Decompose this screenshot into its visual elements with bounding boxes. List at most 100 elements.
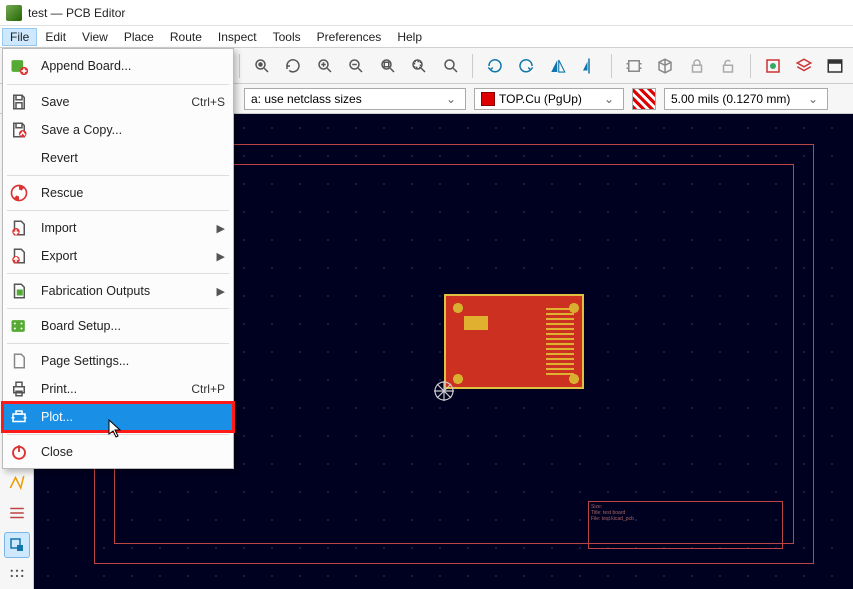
print-icon bbox=[7, 377, 31, 401]
grid-value: 5.00 mils (0.1270 mm) bbox=[671, 92, 790, 106]
submenu-arrow-icon: ▶ bbox=[215, 222, 225, 235]
plot-icon bbox=[7, 405, 31, 429]
layers-icon[interactable] bbox=[790, 52, 817, 80]
board-plus-icon bbox=[7, 54, 31, 78]
refresh-icon[interactable] bbox=[280, 52, 307, 80]
grid-dots-icon[interactable] bbox=[4, 564, 30, 589]
submenu-arrow-icon: ▶ bbox=[215, 285, 225, 298]
rotate-ccw-icon[interactable] bbox=[481, 52, 508, 80]
zoom-fit-icon[interactable] bbox=[374, 52, 401, 80]
origin-marker-icon bbox=[432, 379, 456, 403]
menu-help[interactable]: Help bbox=[389, 28, 430, 46]
chevron-down-icon: ⌄ bbox=[805, 92, 821, 106]
menu-fabrication[interactable]: Fabrication Outputs ▶ bbox=[3, 277, 233, 305]
menu-label: Plot... bbox=[41, 410, 225, 424]
track-width-value: a: use netclass sizes bbox=[251, 92, 362, 106]
layer-combo[interactable]: TOP.Cu (PgUp) ⌄ bbox=[474, 88, 624, 110]
menu-divider bbox=[7, 210, 229, 211]
menu-route[interactable]: Route bbox=[162, 28, 210, 46]
menu-label: Append Board... bbox=[41, 59, 225, 73]
submenu-arrow-icon: ▶ bbox=[215, 250, 225, 263]
menu-board-setup[interactable]: Board Setup... bbox=[3, 312, 233, 340]
script-icon[interactable] bbox=[822, 52, 849, 80]
window-title: test — PCB Editor bbox=[28, 6, 125, 20]
menu-label: Page Settings... bbox=[41, 354, 225, 368]
menu-append-board[interactable]: Append Board... bbox=[3, 51, 233, 81]
drc-icon[interactable] bbox=[759, 52, 786, 80]
save-icon bbox=[7, 90, 31, 114]
menu-inspect[interactable]: Inspect bbox=[210, 28, 265, 46]
board-setup-icon bbox=[7, 314, 31, 338]
ratsnest-icon[interactable] bbox=[4, 469, 30, 494]
footprint-icon[interactable] bbox=[620, 52, 647, 80]
flip-h-icon[interactable] bbox=[544, 52, 571, 80]
grid-combo[interactable]: 5.00 mils (0.1270 mm) ⌄ bbox=[664, 88, 828, 110]
toolbar-separator bbox=[472, 54, 473, 78]
menu-label: Save bbox=[41, 95, 181, 109]
export-icon bbox=[7, 244, 31, 268]
menu-label: Revert bbox=[41, 151, 225, 165]
menubar: File Edit View Place Route Inspect Tools… bbox=[0, 26, 853, 48]
menu-save-copy[interactable]: Save a Copy... bbox=[3, 116, 233, 144]
zoom-out-icon[interactable] bbox=[343, 52, 370, 80]
rotate-cw-icon[interactable] bbox=[513, 52, 540, 80]
app-icon bbox=[6, 5, 22, 21]
menu-file[interactable]: File bbox=[2, 28, 37, 46]
zone-hatch-icon[interactable] bbox=[632, 88, 656, 110]
menu-label: Print... bbox=[41, 382, 181, 396]
find-icon[interactable] bbox=[248, 52, 275, 80]
menu-preferences[interactable]: Preferences bbox=[309, 28, 390, 46]
menu-divider bbox=[7, 434, 229, 435]
file-menu-dropdown: Append Board... Save Ctrl+S Save a Copy.… bbox=[2, 48, 234, 469]
menu-save[interactable]: Save Ctrl+S bbox=[3, 88, 233, 116]
menu-divider bbox=[7, 84, 229, 85]
menu-page-settings[interactable]: Page Settings... bbox=[3, 347, 233, 375]
toolbar-separator bbox=[239, 54, 240, 78]
menu-label: Fabrication Outputs bbox=[41, 284, 205, 298]
titleblock-line3: File: test.kicad_pcb bbox=[591, 516, 780, 522]
board-component bbox=[464, 316, 488, 330]
rescue-icon bbox=[7, 181, 31, 205]
menu-close[interactable]: Close bbox=[3, 438, 233, 466]
pcb-board[interactable] bbox=[444, 294, 584, 389]
select-tool-icon[interactable] bbox=[4, 532, 30, 558]
menu-export[interactable]: Export ▶ bbox=[3, 242, 233, 270]
lock-icon[interactable] bbox=[683, 52, 710, 80]
chevron-down-icon: ⌄ bbox=[443, 92, 459, 106]
menu-print[interactable]: Print... Ctrl+P bbox=[3, 375, 233, 403]
zoom-in-icon[interactable] bbox=[311, 52, 338, 80]
menu-plot[interactable]: Plot... bbox=[3, 403, 233, 431]
menu-tools[interactable]: Tools bbox=[265, 28, 309, 46]
board-pads bbox=[546, 308, 574, 375]
menu-view[interactable]: View bbox=[74, 28, 116, 46]
menu-place[interactable]: Place bbox=[116, 28, 162, 46]
menu-shortcut: Ctrl+S bbox=[191, 95, 225, 109]
lines-icon[interactable] bbox=[4, 501, 30, 526]
menu-label: Export bbox=[41, 249, 205, 263]
zoom-selection-icon[interactable] bbox=[405, 52, 432, 80]
title-block: Size: Title: test board File: test.kicad… bbox=[588, 501, 783, 549]
menu-shortcut: Ctrl+P bbox=[191, 382, 225, 396]
menu-revert[interactable]: Revert bbox=[3, 144, 233, 172]
flip-v-icon[interactable] bbox=[576, 52, 603, 80]
fab-icon bbox=[7, 279, 31, 303]
power-icon bbox=[7, 440, 31, 464]
unlock-icon[interactable] bbox=[714, 52, 741, 80]
menu-rescue[interactable]: Rescue bbox=[3, 179, 233, 207]
titlebar: test — PCB Editor bbox=[0, 0, 853, 26]
menu-edit[interactable]: Edit bbox=[37, 28, 74, 46]
menu-divider bbox=[7, 175, 229, 176]
menu-divider bbox=[7, 273, 229, 274]
menu-label: Board Setup... bbox=[41, 319, 225, 333]
track-width-combo[interactable]: a: use netclass sizes ⌄ bbox=[244, 88, 466, 110]
3d-icon[interactable] bbox=[652, 52, 679, 80]
import-icon bbox=[7, 216, 31, 240]
layer-swatch-icon bbox=[481, 92, 495, 106]
menu-label: Save a Copy... bbox=[41, 123, 225, 137]
menu-label: Rescue bbox=[41, 186, 225, 200]
menu-label: Import bbox=[41, 221, 205, 235]
blank-icon bbox=[7, 146, 31, 170]
save-copy-icon bbox=[7, 118, 31, 142]
menu-import[interactable]: Import ▶ bbox=[3, 214, 233, 242]
zoom-redraw-icon[interactable] bbox=[437, 52, 464, 80]
